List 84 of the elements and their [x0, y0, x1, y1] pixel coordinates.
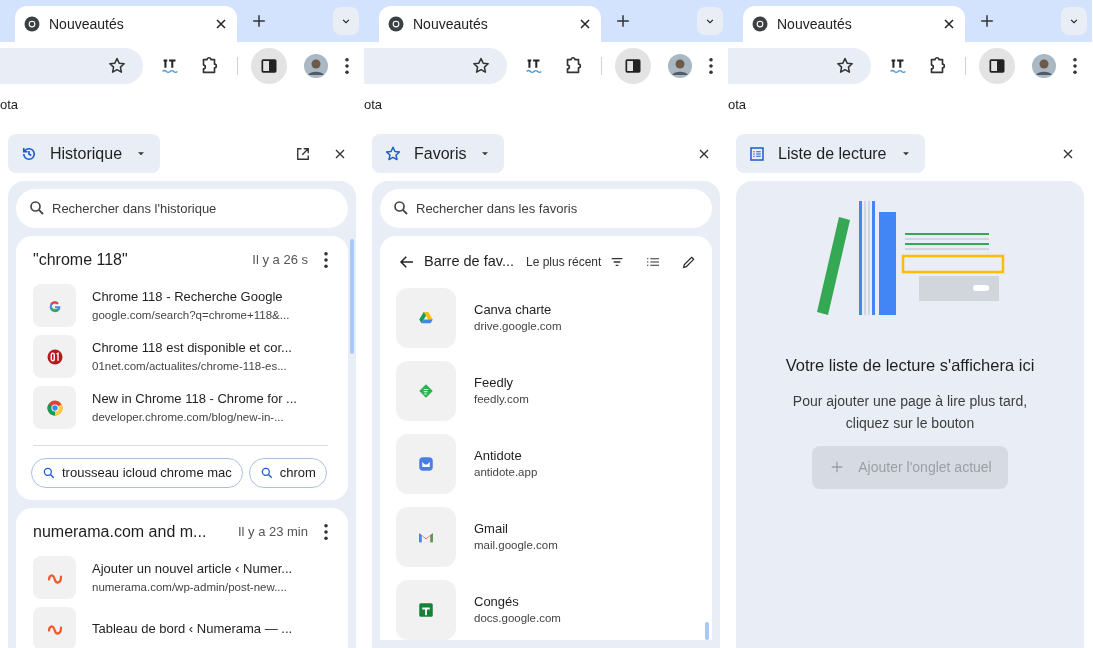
item-title: Chrome 118 - Recherche Google — [92, 287, 284, 306]
group-title: "chrome 118" — [33, 250, 129, 270]
item-title: Congés — [474, 593, 520, 610]
browser-tab[interactable]: Nouveautés — [743, 6, 965, 42]
tab-title: Nouveautés — [413, 14, 489, 34]
star-icon[interactable] — [471, 56, 491, 76]
panel-switcher[interactable]: Historique — [8, 134, 161, 173]
tab-title: Nouveautés — [49, 14, 125, 34]
chrome-icon — [45, 398, 64, 417]
more-icon[interactable] — [324, 524, 328, 540]
more-icon[interactable] — [709, 58, 713, 74]
group-title: numerama.com and m... — [33, 522, 208, 542]
history-item[interactable]: Ajouter un nouvel article ‹ Numer... numerama.com/wp-admin/post-new.... — [33, 552, 328, 603]
back-arrow-icon[interactable] — [398, 253, 416, 271]
bookmark-row[interactable]: Feedly feedly.com — [396, 361, 696, 421]
folder-title: Barre de fav... — [424, 252, 514, 272]
more-icon[interactable] — [345, 58, 349, 74]
search-icon — [392, 199, 410, 217]
search-field[interactable]: Rechercher dans les favoris — [380, 189, 712, 228]
list-icon — [748, 144, 766, 163]
side-panel-icon — [987, 56, 1007, 76]
item-url: numerama.com/wp-admin/post-new.... — [92, 579, 288, 595]
sheet-icon — [417, 601, 435, 619]
item-url: antidote.app — [474, 465, 538, 480]
side-panel-button[interactable] — [251, 48, 287, 84]
item-title: Gmail — [474, 520, 509, 537]
sort-button[interactable]: Le plus récent — [526, 253, 602, 271]
browser-tab[interactable]: Nouveautés — [379, 6, 601, 42]
scrollbar-thumb — [705, 622, 709, 640]
item-title: Chrome 118 est disponible et cor... — [92, 338, 292, 357]
panel-switcher[interactable]: Liste de lecture — [736, 134, 925, 173]
avatar-icon[interactable] — [668, 54, 692, 78]
avatar-icon[interactable] — [1032, 54, 1056, 78]
star-icon[interactable] — [835, 56, 855, 76]
item-url: 01net.com/actualites/chrome-118-es... — [92, 358, 288, 374]
history-item[interactable]: New in Chrome 118 - Chrome for ... developer.chrome.com/blog/new-in-... — [33, 382, 328, 433]
more-icon[interactable] — [324, 252, 328, 268]
search-icon — [259, 466, 274, 480]
chrome-icon — [387, 15, 405, 33]
item-url: google.com/search?q=chrome+118&... — [92, 307, 290, 323]
app-icon — [417, 455, 435, 473]
item-url: docs.google.com — [474, 611, 561, 626]
side-panel-icon — [623, 56, 643, 76]
panel-switcher[interactable]: Favoris — [372, 134, 505, 173]
item-title: Ajouter un nouvel article ‹ Numer... — [92, 559, 293, 578]
history-item[interactable]: Tableau de bord ‹ Numerama — ... — [33, 603, 328, 648]
bookmark-row[interactable]: Canva charte drive.google.com — [396, 288, 696, 348]
star-icon — [384, 144, 402, 163]
badge-icon — [45, 347, 64, 366]
item-title: Feedly — [474, 374, 515, 391]
empty-state-heading: Votre liste de lecture s'affichera ici — [785, 355, 1035, 376]
search-icon — [28, 199, 46, 217]
search-field[interactable]: Rechercher dans l'historique — [16, 189, 348, 228]
item-url: drive.google.com — [474, 319, 562, 334]
item-title: New in Chrome 118 - Chrome for ... — [92, 389, 297, 408]
browser-tab[interactable]: Nouveautés — [15, 6, 237, 42]
item-title: Tableau de bord ‹ Numerama — ... — [92, 619, 293, 638]
tab-title: Nouveautés — [777, 14, 853, 34]
bookmark-row[interactable]: Congés docs.google.com — [396, 580, 696, 640]
chrome-icon — [751, 15, 769, 33]
history-item[interactable]: Chrome 118 est disponible et cor... 01net.com/actualites/chrome-118-es... — [33, 331, 328, 382]
search-icon — [42, 466, 56, 480]
leaf-icon — [417, 382, 435, 400]
item-url: feedly.com — [474, 392, 529, 407]
history-item[interactable]: Chrome 118 - Recherche Google google.com/search?q=chrome+118&... — [33, 280, 328, 331]
side-panel-button[interactable] — [615, 48, 651, 84]
bookmark-row[interactable]: Gmail mail.google.com — [396, 507, 696, 567]
avatar-icon[interactable] — [304, 54, 328, 78]
bookmark-row[interactable]: Antidote antidote.app — [396, 434, 696, 494]
item-title: Antidote — [474, 447, 523, 464]
star-icon[interactable] — [107, 56, 127, 76]
bookmark-item[interactable]: ota — [728, 95, 747, 115]
more-icon[interactable] — [1073, 58, 1077, 74]
item-url: developer.chrome.com/blog/new-in-... — [92, 409, 285, 425]
item-url: mail.google.com — [474, 538, 558, 553]
side-panel-icon — [259, 56, 279, 76]
timestamp: Il y a 26 s — [252, 251, 308, 270]
item-title: Canva charte — [474, 301, 553, 318]
bookmark-item[interactable]: ota — [0, 95, 19, 115]
empty-state-text: Pour ajouter une page à lire plus tard, cliquez sur le bouton — [791, 391, 1029, 433]
bookmark-item[interactable]: ota — [364, 95, 383, 115]
chrome-icon — [23, 15, 41, 33]
side-panel-button[interactable] — [979, 48, 1015, 84]
timestamp: Il y a 23 min — [237, 523, 308, 542]
